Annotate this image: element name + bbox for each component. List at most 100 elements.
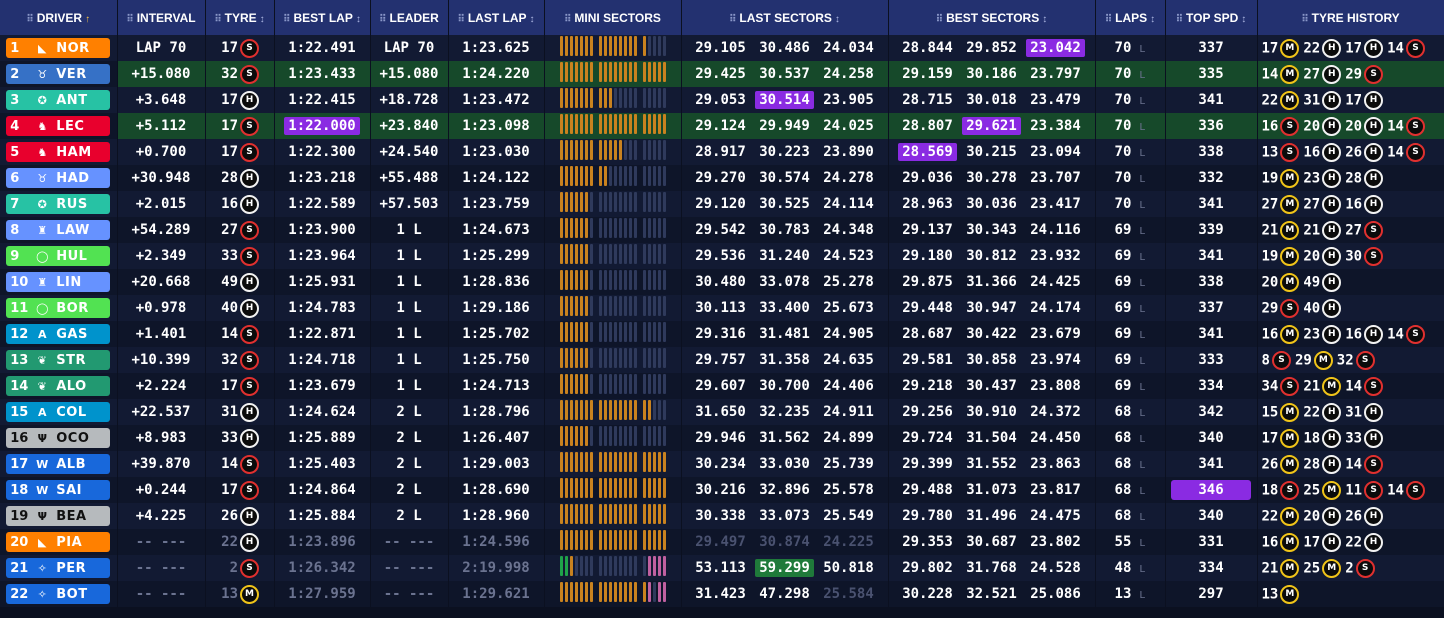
column-header-best-lap[interactable]: ⠿ BEST LAP ↕ <box>274 0 371 35</box>
driver-cell[interactable]: 5 ♞ HAM <box>0 139 118 165</box>
column-header-top-spd[interactable]: ⠿ TOP SPD ↕ <box>1165 0 1258 35</box>
driver-badge[interactable]: 12 A GAS <box>6 324 111 344</box>
driver-badge[interactable]: 10 ♜ LIN <box>6 272 111 292</box>
driver-badge[interactable]: 4 ♞ LEC <box>6 116 111 136</box>
driver-cell[interactable]: 22 ✧ BOT <box>0 581 118 607</box>
sort-icon[interactable]: ↕ <box>1241 14 1246 25</box>
column-header-last-lap[interactable]: ⠿ LAST LAP ↕ <box>448 0 545 35</box>
drag-handle-icon[interactable]: ⠿ <box>379 14 386 25</box>
driver-badge[interactable]: 1 ◣ NOR <box>6 38 111 58</box>
driver-cell[interactable]: 21 ✧ PER <box>0 555 118 581</box>
drag-handle-icon[interactable]: ⠿ <box>126 14 133 25</box>
table-row[interactable]: 6 ♉ HAD +30.948 28 H 1:23.218 +55.488 1:24.122 29… <box>0 165 1444 191</box>
drag-handle-icon[interactable]: ⠿ <box>1176 14 1183 25</box>
table-row[interactable]: 10 ♜ LIN +20.668 49 H 1:25.931 1 L 1:28.836 30.48… <box>0 269 1444 295</box>
driver-cell[interactable]: 17 W ALB <box>0 451 118 477</box>
column-header-best-sectors[interactable]: ⠿ BEST SECTORS ↕ <box>888 0 1096 35</box>
table-row[interactable]: 19 Ψ BEA +4.225 26 H 1:25.884 2 L 1:28.960 30.338… <box>0 503 1444 529</box>
driver-badge[interactable]: 15 A COL <box>6 402 111 422</box>
driver-badge[interactable]: 19 Ψ BEA <box>6 506 111 526</box>
column-header-label: TYRE HISTORY <box>1311 10 1400 25</box>
table-row[interactable]: 11 ◯ BOR +0.978 40 H 1:24.783 1 L 1:29.186 30.113… <box>0 295 1444 321</box>
driver-badge[interactable]: 18 W SAI <box>6 480 111 500</box>
column-header-tyre[interactable]: ⠿ TYRE ↕ <box>205 0 275 35</box>
table-row[interactable]: 13 ❦ STR +10.399 32 S 1:24.718 1 L 1:25.750 29.75… <box>0 347 1444 373</box>
table-row[interactable]: 12 A GAS +1.401 14 S 1:22.871 1 L 1:25.702 29.316… <box>0 321 1444 347</box>
sort-icon[interactable]: ↕ <box>1150 14 1155 25</box>
drag-handle-icon[interactable]: ⠿ <box>214 14 221 25</box>
driver-cell[interactable]: 13 ❦ STR <box>0 347 118 373</box>
drag-handle-icon[interactable]: ⠿ <box>283 14 290 25</box>
driver-badge[interactable]: 14 ❦ ALO <box>6 376 111 396</box>
driver-badge[interactable]: 21 ✧ PER <box>6 558 111 578</box>
table-row[interactable]: 16 Ψ OCO +8.983 33 H 1:25.889 2 L 1:26.407 29.946… <box>0 425 1444 451</box>
drag-handle-icon[interactable]: ⠿ <box>729 14 736 25</box>
driver-cell[interactable]: 4 ♞ LEC <box>0 113 118 139</box>
driver-badge[interactable]: 17 W ALB <box>6 454 111 474</box>
driver-cell[interactable]: 3 ✪ ANT <box>0 87 118 113</box>
driver-badge[interactable]: 16 Ψ OCO <box>6 428 111 448</box>
driver-cell[interactable]: 10 ♜ LIN <box>0 269 118 295</box>
column-header-mini-sectors[interactable]: ⠿ MINI SECTORS <box>544 0 682 35</box>
table-row[interactable]: 9 ◯ HUL +2.349 33 S 1:23.964 1 L 1:25.299 29.536 3… <box>0 243 1444 269</box>
sort-icon[interactable]: ↕ <box>356 14 361 25</box>
driver-cell[interactable]: 9 ◯ HUL <box>0 243 118 269</box>
table-row[interactable]: 22 ✧ BOT -- --- 13 M 1:27.959 -- --- 1:29.621 31.… <box>0 581 1444 607</box>
driver-badge[interactable]: 7 ✪ RUS <box>6 194 111 214</box>
driver-badge[interactable]: 8 ♜ LAW <box>6 220 111 240</box>
drag-handle-icon[interactable]: ⠿ <box>26 14 33 25</box>
driver-badge[interactable]: 11 ◯ BOR <box>6 298 111 318</box>
driver-cell[interactable]: 16 Ψ OCO <box>0 425 118 451</box>
table-row[interactable]: 15 A COL +22.537 31 H 1:24.624 2 L 1:28.796 31.65… <box>0 399 1444 425</box>
driver-cell[interactable]: 14 ❦ ALO <box>0 373 118 399</box>
drag-handle-icon[interactable]: ⠿ <box>936 14 943 25</box>
table-row[interactable]: 20 ◣ PIA -- --- 22 H 1:23.896 -- --- 1:24.596 29.… <box>0 529 1444 555</box>
drag-handle-icon[interactable]: ⠿ <box>1301 14 1308 25</box>
driver-badge[interactable]: 20 ◣ PIA <box>6 532 111 552</box>
table-row[interactable]: 21 ✧ PER -- --- 2 S 1:26.342 -- --- 2:19.998 53.1… <box>0 555 1444 581</box>
sort-icon[interactable]: ↕ <box>260 14 265 25</box>
table-row[interactable]: 2 ♉ VER +15.080 32 S 1:23.433 +15.080 1:24.220 29… <box>0 61 1444 87</box>
column-header-leader[interactable]: ⠿ LEADER <box>370 0 449 35</box>
driver-badge[interactable]: 6 ♉ HAD <box>6 168 111 188</box>
driver-badge[interactable]: 22 ✧ BOT <box>6 584 111 604</box>
table-row[interactable]: 18 W SAI +0.244 17 S 1:24.864 2 L 1:28.690 30.216… <box>0 477 1444 503</box>
driver-badge[interactable]: 3 ✪ ANT <box>6 90 111 110</box>
sort-icon[interactable]: ↕ <box>1042 14 1047 25</box>
column-header-driver[interactable]: ⠿ DRIVER ↑ <box>0 0 118 35</box>
driver-badge[interactable]: 9 ◯ HUL <box>6 246 111 266</box>
driver-cell[interactable]: 12 A GAS <box>0 321 118 347</box>
column-header-laps[interactable]: ⠿ LAPS ↕ <box>1095 0 1166 35</box>
driver-cell[interactable]: 2 ♉ VER <box>0 61 118 87</box>
table-row[interactable]: 8 ♜ LAW +54.289 27 S 1:23.900 1 L 1:24.673 29.542… <box>0 217 1444 243</box>
driver-cell[interactable]: 11 ◯ BOR <box>0 295 118 321</box>
driver-badge[interactable]: 13 ❦ STR <box>6 350 111 370</box>
table-row[interactable]: 3 ✪ ANT +3.648 17 H 1:22.415 +18.728 1:23.472 29.… <box>0 87 1444 113</box>
column-header-interval[interactable]: ⠿ INTERVAL <box>117 0 206 35</box>
sort-icon[interactable]: ↕ <box>530 14 535 25</box>
sort-icon[interactable]: ↕ <box>835 14 840 25</box>
driver-badge[interactable]: 2 ♉ VER <box>6 64 111 84</box>
driver-cell[interactable]: 1 ◣ NOR <box>0 35 118 61</box>
column-header-last-sectors[interactable]: ⠿ LAST SECTORS ↕ <box>681 0 889 35</box>
table-row[interactable]: 1 ◣ NOR LAP 70 17 S 1:22.491 LAP 70 1:23.625 29.1… <box>0 35 1444 61</box>
drag-handle-icon[interactable]: ⠿ <box>458 14 465 25</box>
table-row[interactable]: 5 ♞ HAM +0.700 17 S 1:22.300 +24.540 1:23.030 28.… <box>0 139 1444 165</box>
column-header-tyre-history[interactable]: ⠿ TYRE HISTORY <box>1257 0 1444 35</box>
driver-cell[interactable]: 7 ✪ RUS <box>0 191 118 217</box>
table-row[interactable]: 14 ❦ ALO +2.224 17 S 1:23.679 1 L 1:24.713 29.607… <box>0 373 1444 399</box>
table-row[interactable]: 4 ♞ LEC +5.112 17 S 1:22.000 +23.840 1:23.098 29.… <box>0 113 1444 139</box>
driver-cell[interactable]: 18 W SAI <box>0 477 118 503</box>
drag-handle-icon[interactable]: ⠿ <box>1105 14 1112 25</box>
table-row[interactable]: 17 W ALB +39.870 14 S 1:25.403 2 L 1:29.003 30.23… <box>0 451 1444 477</box>
driver-cell[interactable]: 8 ♜ LAW <box>0 217 118 243</box>
driver-cell[interactable]: 6 ♉ HAD <box>0 165 118 191</box>
driver-cell[interactable]: 19 Ψ BEA <box>0 503 118 529</box>
tyre-stint: 26 M <box>1262 454 1300 474</box>
sort-asc-icon[interactable]: ↑ <box>85 14 90 25</box>
drag-handle-icon[interactable]: ⠿ <box>564 14 571 25</box>
driver-badge[interactable]: 5 ♞ HAM <box>6 142 111 162</box>
driver-cell[interactable]: 15 A COL <box>0 399 118 425</box>
driver-cell[interactable]: 20 ◣ PIA <box>0 529 118 555</box>
table-row[interactable]: 7 ✪ RUS +2.015 16 H 1:22.589 +57.503 1:23.759 29.… <box>0 191 1444 217</box>
